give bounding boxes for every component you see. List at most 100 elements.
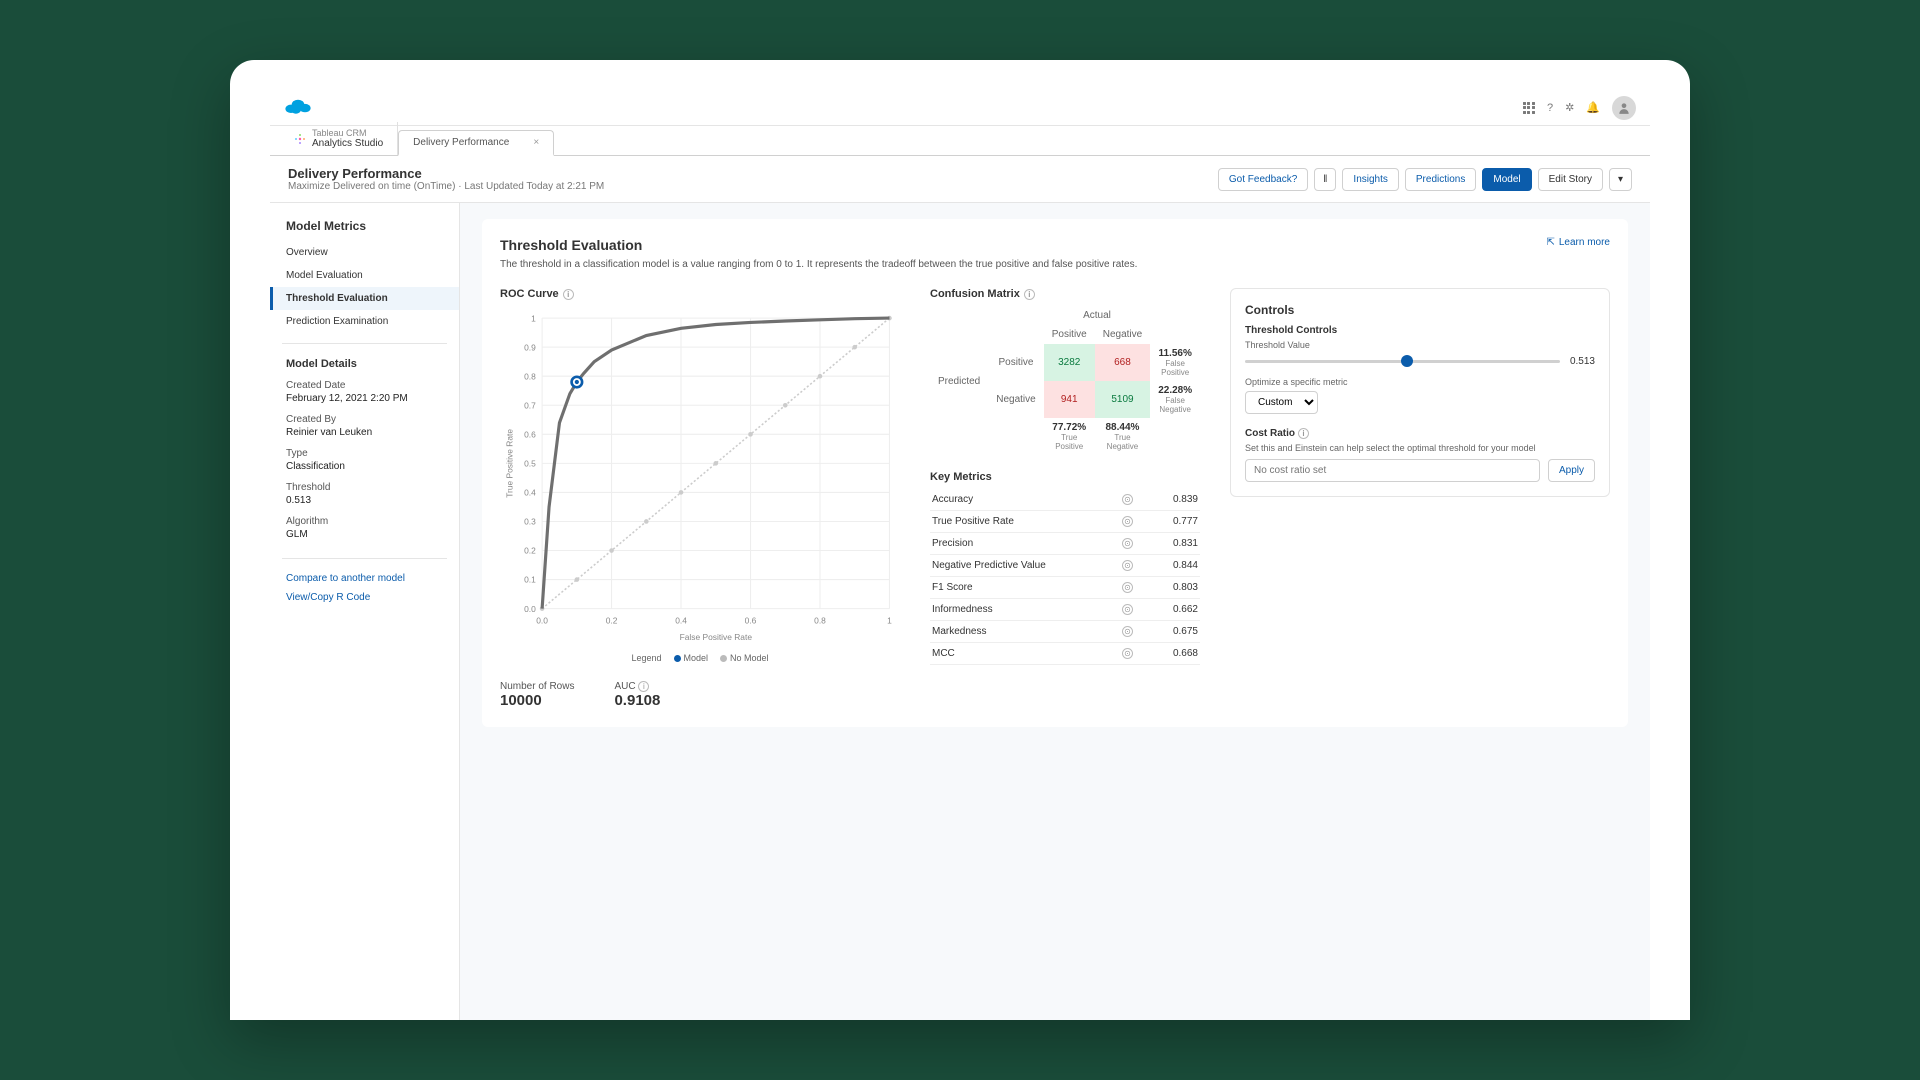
info-icon[interactable]: i: [638, 681, 649, 692]
roc-title: ROC Curve: [500, 288, 559, 300]
svg-text:0.7: 0.7: [524, 400, 536, 410]
info-icon[interactable]: ⊙: [1122, 560, 1133, 571]
svg-text:0.0: 0.0: [524, 604, 536, 614]
apply-button[interactable]: Apply: [1548, 459, 1595, 482]
threshold-controls-title: Threshold Controls: [1245, 325, 1595, 336]
avatar[interactable]: [1612, 96, 1636, 120]
svg-text:0.6: 0.6: [524, 429, 536, 439]
section-desc: The threshold in a classification model …: [500, 259, 1137, 270]
svg-text:0.9: 0.9: [524, 342, 536, 352]
svg-text:0.6: 0.6: [745, 615, 757, 625]
close-icon[interactable]: ×: [533, 137, 539, 148]
model-details-title: Model Details: [270, 354, 459, 378]
threshold-slider-value: 0.513: [1570, 356, 1595, 367]
algorithm-value: GLM: [270, 529, 459, 548]
external-icon: ⇱: [1546, 237, 1554, 248]
roc-chart: 0.00.10.20.30.40.50.60.70.80.910.00.20.4…: [500, 306, 900, 646]
algorithm-label: Algorithm: [270, 514, 459, 529]
metric-row: Markedness⊙0.675: [930, 621, 1200, 643]
sidebar-item-overview[interactable]: Overview: [270, 241, 459, 264]
threshold-value: 0.513: [270, 495, 459, 514]
cost-ratio-title: Cost Ratio: [1245, 428, 1295, 439]
info-icon[interactable]: ⊙: [1122, 648, 1133, 659]
confusion-matrix: Actual PositiveNegative Predicted Positi…: [930, 306, 1200, 455]
type-value: Classification: [270, 461, 459, 480]
studio-icon: [294, 133, 306, 145]
feedback-button[interactable]: Got Feedback?: [1218, 168, 1308, 191]
svg-text:False Positive Rate: False Positive Rate: [680, 632, 753, 642]
svg-text:0.2: 0.2: [524, 546, 536, 556]
metric-row: Precision⊙0.831: [930, 533, 1200, 555]
salesforce-logo: [284, 96, 312, 119]
metric-row: Negative Predictive Value⊙0.844: [930, 555, 1200, 577]
info-icon[interactable]: i: [1024, 289, 1035, 300]
legend-label: Legend: [631, 653, 661, 663]
key-metrics-title: Key Metrics: [930, 471, 1200, 483]
legend-nomodel: No Model: [720, 653, 769, 663]
sidebar-item-threshold-eval[interactable]: Threshold Evaluation: [270, 287, 459, 310]
info-icon[interactable]: ⊙: [1122, 538, 1133, 549]
svg-text:0.8: 0.8: [524, 371, 536, 381]
learn-more-link[interactable]: ⇱ Learn more: [1546, 237, 1610, 248]
svg-text:0.5: 0.5: [524, 459, 536, 469]
info-icon[interactable]: ⊙: [1122, 516, 1133, 527]
threshold-value-label: Threshold Value: [1245, 340, 1595, 350]
app-tab-studio[interactable]: Tableau CRM Analytics Studio: [280, 122, 398, 155]
rows-label: Number of Rows: [500, 681, 574, 692]
info-icon[interactable]: i: [1298, 428, 1309, 439]
metric-row: F1 Score⊙0.803: [930, 577, 1200, 599]
threshold-label: Threshold: [270, 480, 459, 495]
cost-ratio-desc: Set this and Einstein can help select th…: [1245, 443, 1595, 453]
info-icon[interactable]: ⊙: [1122, 604, 1133, 615]
type-label: Type: [270, 446, 459, 461]
svg-text:0.3: 0.3: [524, 517, 536, 527]
edit-story-button[interactable]: Edit Story: [1538, 168, 1603, 191]
svg-text:0.8: 0.8: [814, 615, 826, 625]
predictions-button[interactable]: Predictions: [1405, 168, 1476, 191]
sidebar-item-model-eval[interactable]: Model Evaluation: [270, 264, 459, 287]
confusion-title: Confusion Matrix: [930, 288, 1020, 300]
info-icon[interactable]: ⊙: [1122, 626, 1133, 637]
svg-text:0.0: 0.0: [536, 615, 548, 625]
cost-ratio-input[interactable]: [1245, 459, 1540, 482]
section-title: Threshold Evaluation: [500, 237, 1137, 253]
svg-text:True Positive Rate: True Positive Rate: [505, 429, 515, 498]
page-title: Delivery Performance: [288, 166, 604, 181]
pause-button[interactable]: ‖: [1314, 168, 1336, 191]
legend-model: Model: [674, 653, 709, 663]
metric-row: True Positive Rate⊙0.777: [930, 511, 1200, 533]
apps-icon[interactable]: [1523, 102, 1535, 114]
notifications-icon[interactable]: 🔔: [1586, 101, 1600, 114]
auc-value: 0.9108: [614, 692, 660, 709]
info-icon[interactable]: ⊙: [1122, 582, 1133, 593]
compare-model-link[interactable]: Compare to another model: [270, 569, 459, 588]
created-by-value: Reinier van Leuken: [270, 427, 459, 446]
help-icon[interactable]: ?: [1547, 102, 1553, 114]
created-by-label: Created By: [270, 412, 459, 427]
tab-delivery-performance[interactable]: Delivery Performance ×: [398, 130, 554, 156]
controls-title: Controls: [1245, 303, 1595, 317]
settings-icon[interactable]: ✲: [1565, 101, 1574, 114]
metric-row: Accuracy⊙0.839: [930, 489, 1200, 511]
view-r-code-link[interactable]: View/Copy R Code: [270, 588, 459, 607]
slider-thumb[interactable]: [1401, 355, 1413, 367]
optimize-metric-select[interactable]: Custom: [1245, 391, 1318, 414]
info-icon[interactable]: ⊙: [1122, 494, 1133, 505]
svg-text:0.1: 0.1: [524, 575, 536, 585]
optimize-label: Optimize a specific metric: [1245, 377, 1595, 387]
svg-text:0.4: 0.4: [675, 615, 687, 625]
rows-value: 10000: [500, 692, 574, 709]
app-subtitle: Analytics Studio: [312, 138, 383, 149]
page-subtitle: Maximize Delivered on time (OnTime) · La…: [288, 181, 604, 192]
threshold-slider[interactable]: [1245, 360, 1560, 363]
svg-text:1: 1: [887, 615, 892, 625]
metric-row: MCC⊙0.668: [930, 643, 1200, 665]
insights-button[interactable]: Insights: [1342, 168, 1398, 191]
svg-text:0.4: 0.4: [524, 488, 536, 498]
model-button[interactable]: Model: [1482, 168, 1531, 191]
more-button[interactable]: ▾: [1609, 168, 1632, 191]
created-date-value: February 12, 2021 2:20 PM: [270, 393, 459, 412]
info-icon[interactable]: i: [563, 289, 574, 300]
created-date-label: Created Date: [270, 378, 459, 393]
sidebar-item-prediction-exam[interactable]: Prediction Examination: [270, 310, 459, 333]
